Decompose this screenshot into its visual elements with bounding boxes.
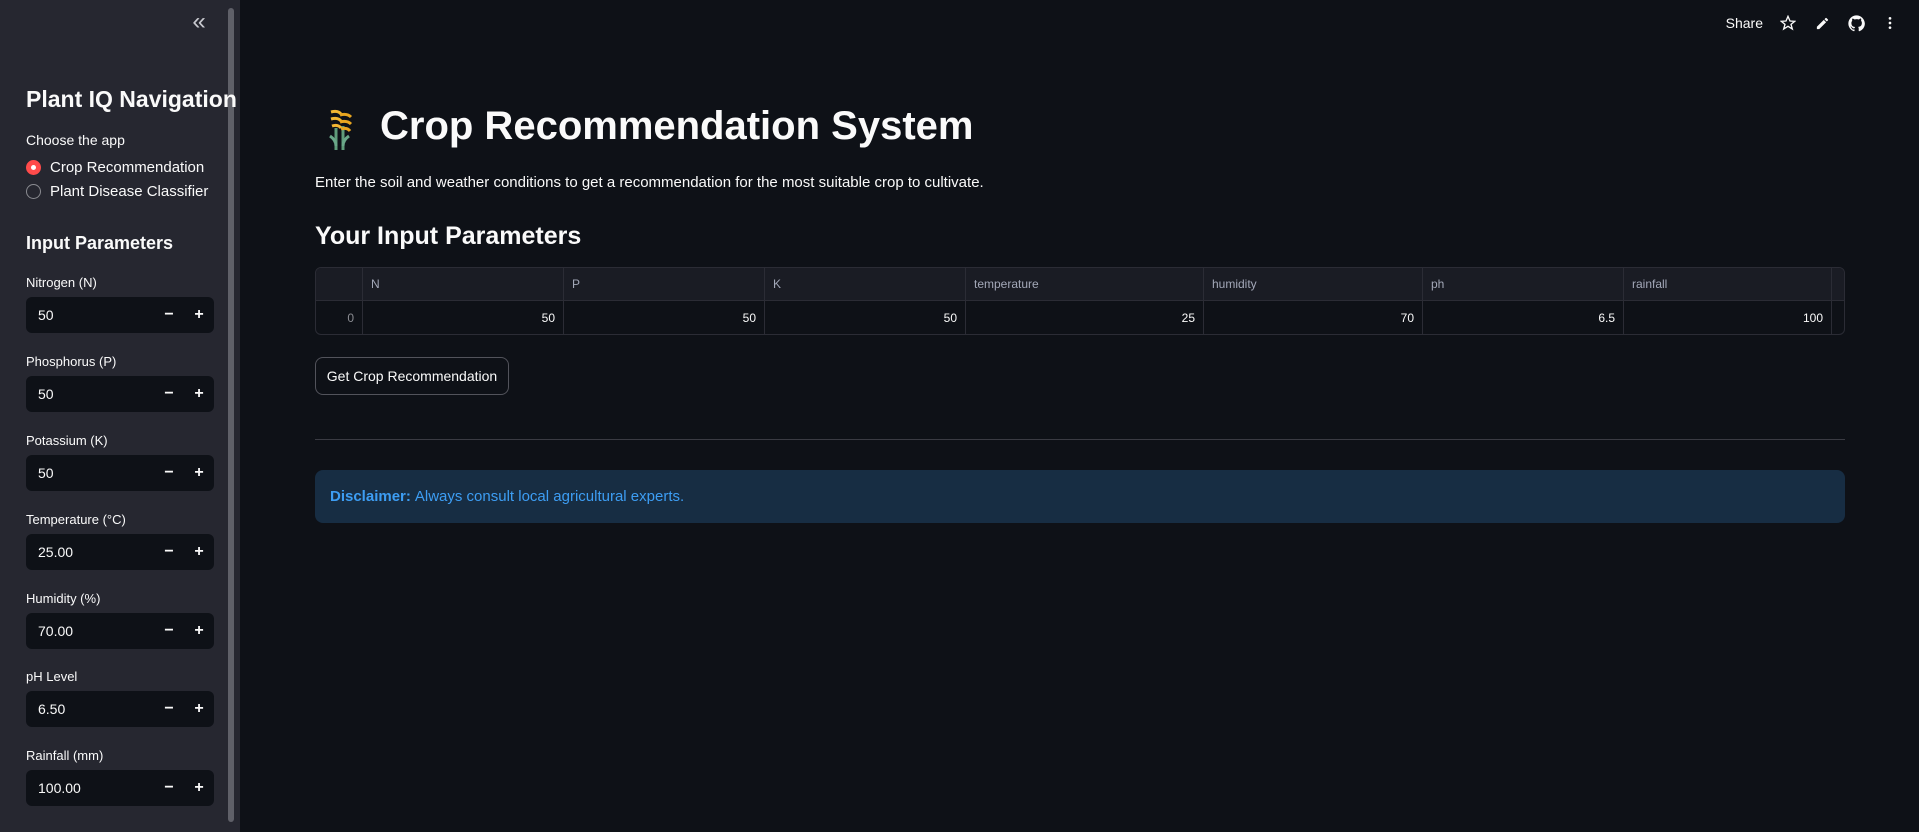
potassium-value[interactable]: 50 xyxy=(26,465,154,481)
increment-button[interactable]: + xyxy=(184,770,214,806)
page-title: Crop Recommendation System xyxy=(380,104,974,148)
temperature-label: Temperature (°C) xyxy=(26,512,126,527)
phosphorus-value[interactable]: 50 xyxy=(26,386,154,402)
humidity-label: Humidity (%) xyxy=(26,591,101,606)
potassium-input[interactable]: 50 − + xyxy=(26,455,214,491)
table-header-cell xyxy=(316,268,363,300)
increment-button[interactable]: + xyxy=(184,376,214,412)
decrement-button[interactable]: − xyxy=(154,455,184,491)
toolbar: Share xyxy=(1726,14,1899,32)
ph-input[interactable]: 6.50 − + xyxy=(26,691,214,727)
increment-button[interactable]: + xyxy=(184,534,214,570)
disclaimer-text: Always consult local agricultural expert… xyxy=(414,488,685,505)
decrement-button[interactable]: − xyxy=(154,770,184,806)
input-parameters-subheading: Your Input Parameters xyxy=(315,222,582,250)
increment-button[interactable]: + xyxy=(184,613,214,649)
increment-button[interactable]: + xyxy=(184,455,214,491)
input-parameters-heading: Input Parameters xyxy=(26,233,174,253)
decrement-button[interactable]: − xyxy=(154,376,184,412)
table-header-cell[interactable]: ph xyxy=(1423,268,1624,300)
table-row: 0 50 50 50 25 70 6.5 100 xyxy=(316,301,1844,334)
decrement-button[interactable]: − xyxy=(154,534,184,570)
temperature-value[interactable]: 25.00 xyxy=(26,544,154,560)
table-cell[interactable]: 25 xyxy=(966,301,1204,334)
divider xyxy=(315,439,1845,440)
github-icon[interactable] xyxy=(1847,14,1865,32)
humidity-value[interactable]: 70.00 xyxy=(26,623,154,639)
radio-unchecked-icon[interactable] xyxy=(26,184,41,199)
nitrogen-value[interactable]: 50 xyxy=(26,307,154,323)
table-cell[interactable]: 70 xyxy=(1204,301,1423,334)
share-button[interactable]: Share xyxy=(1726,15,1763,31)
star-icon[interactable] xyxy=(1779,14,1797,32)
table-cell[interactable]: 50 xyxy=(564,301,765,334)
nitrogen-label: Nitrogen (N) xyxy=(26,275,97,290)
decrement-button[interactable]: − xyxy=(154,613,184,649)
table-cell[interactable]: 100 xyxy=(1624,301,1832,334)
radio-plant-disease-classifier[interactable]: Plant Disease Classifier xyxy=(26,183,208,200)
table-header-cell[interactable]: rainfall xyxy=(1624,268,1832,300)
table-header-cell[interactable]: temperature xyxy=(966,268,1204,300)
pencil-icon[interactable] xyxy=(1813,14,1831,32)
crop-logo-icon xyxy=(324,106,358,152)
rainfall-value[interactable]: 100.00 xyxy=(26,780,154,796)
ph-label: pH Level xyxy=(26,669,78,684)
table-header-cell[interactable]: humidity xyxy=(1204,268,1423,300)
get-crop-recommendation-button[interactable]: Get Crop Recommendation xyxy=(315,357,509,395)
nav-title: Plant IQ Navigation xyxy=(26,86,237,112)
sidebar: « Plant IQ Navigation Choose the app Cro… xyxy=(0,0,240,832)
table-cell[interactable]: 50 xyxy=(363,301,564,334)
app: « Plant IQ Navigation Choose the app Cro… xyxy=(0,0,1919,832)
table-header-cell[interactable]: P xyxy=(564,268,765,300)
rainfall-input[interactable]: 100.00 − + xyxy=(26,770,214,806)
page-description: Enter the soil and weather conditions to… xyxy=(315,174,984,191)
table-cell[interactable]: 6.5 xyxy=(1423,301,1624,334)
more-vert-icon[interactable] xyxy=(1881,14,1899,32)
decrement-button[interactable]: − xyxy=(154,297,184,333)
table-cell[interactable]: 50 xyxy=(765,301,966,334)
ph-value[interactable]: 6.50 xyxy=(26,701,154,717)
table-index-cell: 0 xyxy=(316,301,363,334)
humidity-input[interactable]: 70.00 − + xyxy=(26,613,214,649)
nitrogen-input[interactable]: 50 − + xyxy=(26,297,214,333)
decrement-button[interactable]: − xyxy=(154,691,184,727)
table-header-cell[interactable]: K xyxy=(765,268,966,300)
phosphorus-label: Phosphorus (P) xyxy=(26,354,117,369)
table-header-row: N P K temperature humidity ph rainfall xyxy=(316,268,1844,301)
radio-checked-icon[interactable] xyxy=(26,160,41,175)
chevron-double-left-icon[interactable]: « xyxy=(188,10,210,34)
sidebar-scrollbar[interactable] xyxy=(228,8,234,822)
radio-label: Crop Recommendation xyxy=(50,159,205,176)
radio-label: Plant Disease Classifier xyxy=(50,183,209,200)
increment-button[interactable]: + xyxy=(184,691,214,727)
potassium-label: Potassium (K) xyxy=(26,433,108,448)
temperature-input[interactable]: 25.00 − + xyxy=(26,534,214,570)
radio-crop-recommendation[interactable]: Crop Recommendation xyxy=(26,159,204,176)
phosphorus-input[interactable]: 50 − + xyxy=(26,376,214,412)
rainfall-label: Rainfall (mm) xyxy=(26,748,104,763)
table-header-cell[interactable]: N xyxy=(363,268,564,300)
disclaimer-label: Disclaimer: xyxy=(330,488,411,505)
input-parameters-table[interactable]: N P K temperature humidity ph rainfall 0… xyxy=(315,267,1845,335)
increment-button[interactable]: + xyxy=(184,297,214,333)
disclaimer-alert: Disclaimer: Always consult local agricul… xyxy=(315,470,1845,523)
radio-group-label: Choose the app xyxy=(26,132,125,148)
